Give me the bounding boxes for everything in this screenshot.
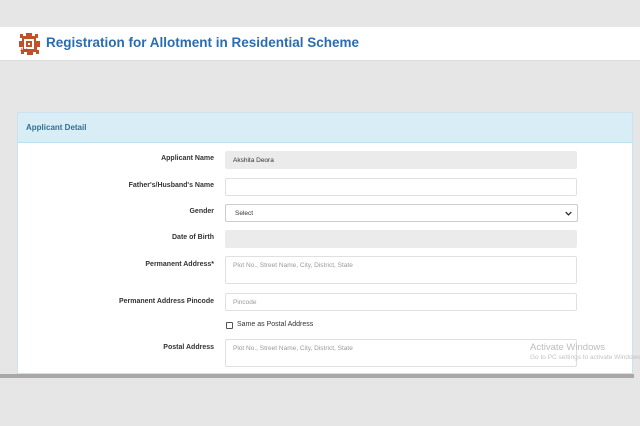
dob-input[interactable]: [225, 230, 577, 248]
jda-logo-icon: [19, 33, 40, 55]
gender-select[interactable]: Select: [225, 204, 578, 222]
postal-address-label: Postal Address: [163, 344, 214, 351]
applicant-name-label: Applicant Name: [161, 155, 214, 162]
panel-header: Applicant Detail: [18, 113, 632, 143]
page-title: Registration for Allotment in Residentia…: [46, 35, 360, 50]
guardian-name-input[interactable]: [225, 178, 577, 196]
permanent-pincode-label: Permanent Address Pincode: [118, 298, 214, 305]
activate-windows-subtitle: Go to PC settings to activate Windows.: [530, 354, 640, 361]
logo-text: JDA: [20, 47, 29, 52]
panel-title: Applicant Detail: [26, 123, 87, 132]
app-header: JDA Registration for Allotment in Reside…: [0, 27, 640, 61]
postal-address-textarea[interactable]: [225, 339, 577, 367]
activate-windows-title: Activate Windows: [530, 342, 605, 353]
applicant-detail-panel: Applicant Detail Applicant Name Father's…: [17, 112, 633, 374]
horizontal-divider: [0, 374, 634, 378]
gender-label: Gender: [189, 208, 214, 215]
permanent-address-label: Permanent Address*: [145, 261, 214, 268]
chevron-down-icon: [565, 211, 572, 216]
dob-label: Date of Birth: [172, 234, 214, 241]
guardian-name-label: Father's/Husband's Name: [128, 182, 214, 189]
permanent-address-textarea[interactable]: [225, 256, 577, 284]
same-as-postal-label[interactable]: Same as Postal Address: [237, 321, 313, 328]
permanent-pincode-input[interactable]: [225, 293, 577, 311]
applicant-name-input[interactable]: [225, 151, 577, 169]
same-as-postal-checkbox[interactable]: [226, 322, 233, 329]
gender-selected-value: Select: [235, 210, 254, 217]
